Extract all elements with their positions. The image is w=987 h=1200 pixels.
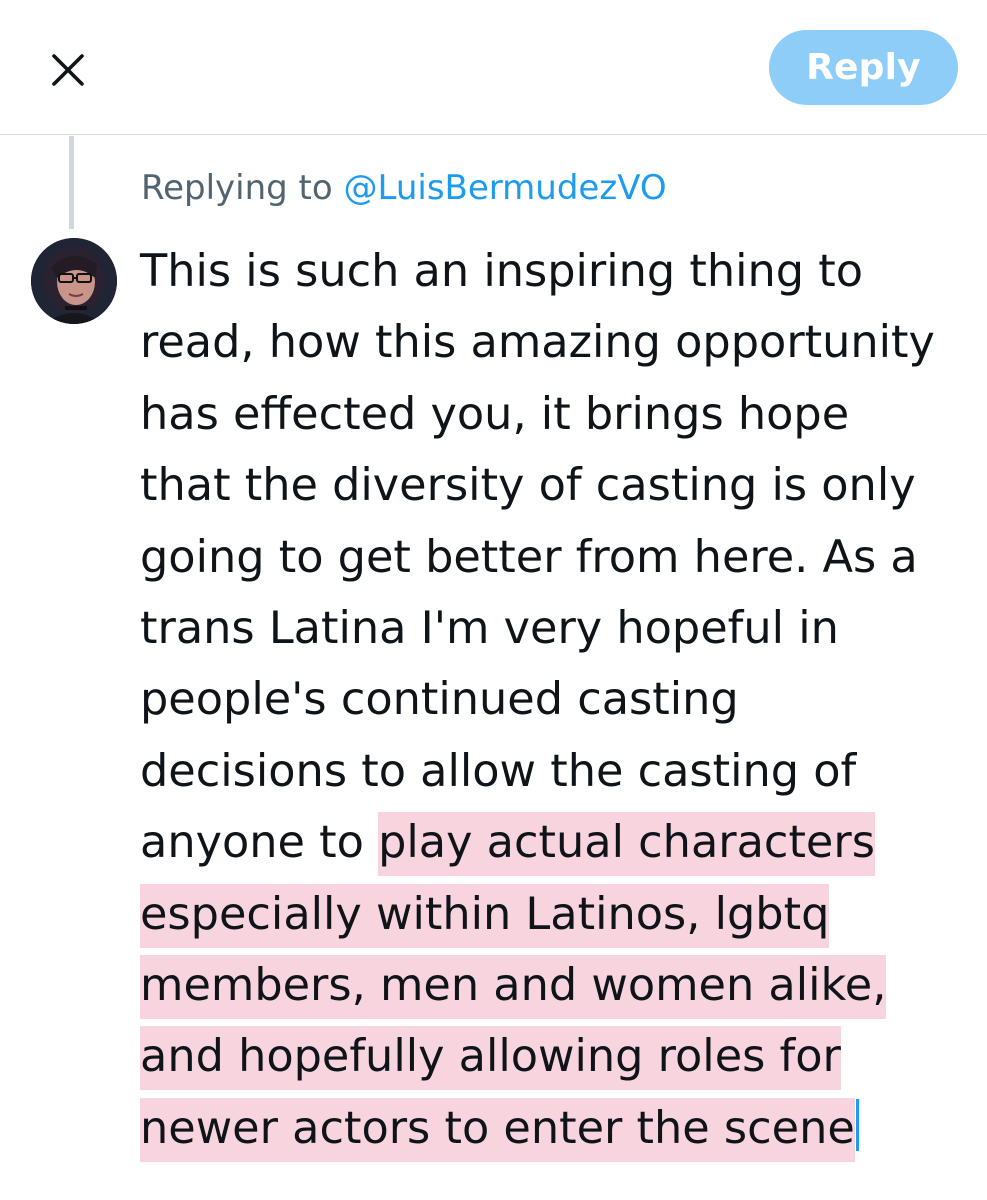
tweet-compose-textarea[interactable]: This is such an inspiring thing to read,… — [140, 236, 970, 1164]
thread-connector-line — [69, 136, 74, 229]
replying-to-prefix: Replying to — [141, 168, 333, 208]
close-button[interactable] — [40, 42, 96, 98]
compose-text: This is such an inspiring thing to read,… — [140, 245, 935, 869]
text-cursor — [855, 1098, 859, 1151]
compose-header: Reply — [0, 0, 987, 135]
replying-to-label: Replying to @LuisBermudezVO — [141, 168, 667, 208]
reply-button[interactable]: Reply — [769, 30, 958, 105]
close-icon — [52, 54, 84, 86]
user-avatar-image — [31, 238, 117, 324]
avatar[interactable] — [31, 238, 117, 324]
replying-to-handle-link[interactable]: @LuisBermudezVO — [344, 168, 667, 208]
